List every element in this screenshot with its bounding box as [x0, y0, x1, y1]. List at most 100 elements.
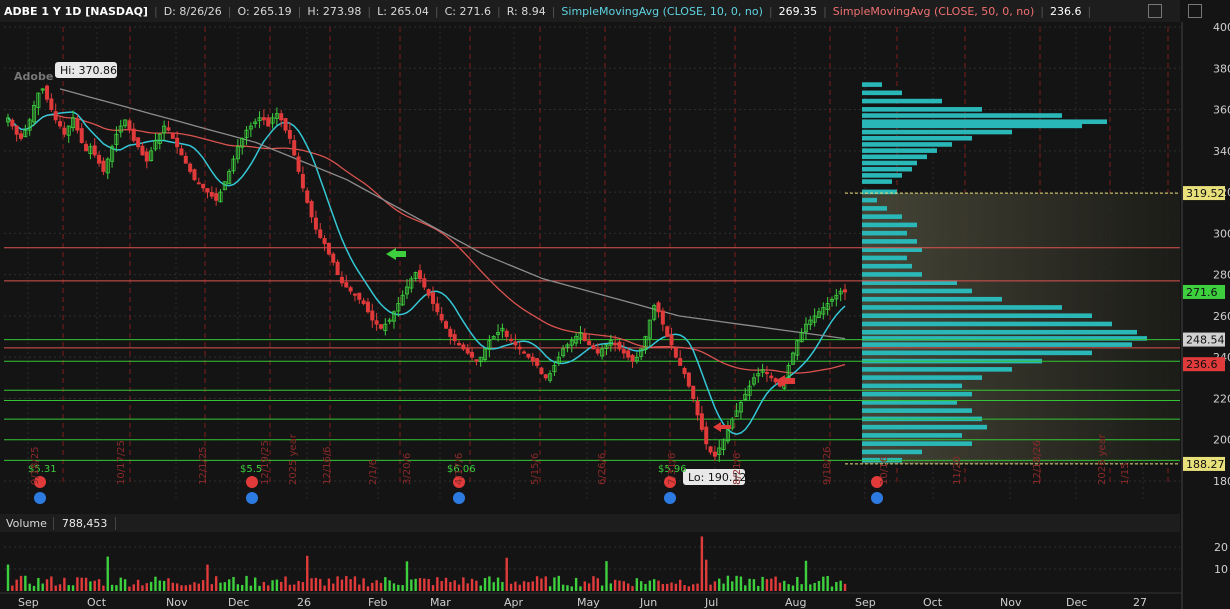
volume-bar [830, 586, 834, 591]
candle-body [84, 143, 89, 152]
volume-bar [774, 576, 777, 591]
volume-bar [748, 578, 751, 591]
candle-body [179, 148, 184, 156]
volume-bar [496, 577, 500, 591]
chart-toolbar [1148, 4, 1202, 18]
profile-bar [862, 441, 972, 446]
time-tick-label: Nov [166, 596, 188, 609]
candle-body [535, 358, 540, 366]
volume-bar [826, 575, 829, 591]
candle-body [426, 289, 431, 296]
volume-bar [648, 580, 652, 591]
candle-body [214, 193, 219, 201]
candle-body [131, 128, 136, 141]
volume-bar [227, 579, 231, 591]
candle-body [365, 301, 370, 313]
candle-body [370, 310, 375, 321]
low-value: L: 265.04 [377, 4, 429, 18]
volume-bar [514, 581, 517, 591]
volume-bar [431, 585, 435, 591]
volume-bar [453, 580, 456, 591]
candle-body [682, 367, 687, 375]
volume-bar [258, 585, 261, 591]
candle-body [79, 128, 84, 143]
volume-bar [770, 578, 773, 591]
time-tick-label: Sep [18, 596, 39, 609]
volume-bar [427, 578, 430, 591]
time-tick-label: Jul [704, 596, 718, 609]
candle-body [435, 303, 440, 313]
sma50-label[interactable]: SimpleMovingAvg (CLOSE, 50, 0, no) [833, 5, 1034, 18]
logo-text: Adobe [14, 70, 53, 83]
volume-bar [561, 584, 565, 591]
candle-body [695, 400, 700, 416]
candle-body [444, 321, 449, 329]
profile-bar [862, 129, 1012, 135]
candle-body [660, 310, 665, 325]
volume-bar [444, 577, 448, 591]
candle-body [205, 188, 210, 193]
profile-bar [862, 342, 1132, 347]
candle-body [352, 293, 357, 296]
volume-bar [201, 580, 205, 591]
candle-body [417, 270, 422, 280]
volume-bar [800, 584, 803, 591]
symbol-label[interactable]: ADBE 1 Y 1D [NASDAQ] [4, 5, 148, 18]
time-tick-label: 26 [297, 596, 311, 609]
time-tick-label: Dec [1066, 596, 1087, 609]
profile-bar [862, 239, 917, 244]
candle-body [621, 349, 626, 354]
volume-bar [631, 586, 634, 591]
volume-bar [249, 585, 253, 591]
candle-body [183, 155, 188, 164]
volume-bar [783, 580, 786, 591]
volume-bar [778, 582, 782, 591]
volume-bar [45, 579, 49, 591]
volume-bar [692, 584, 695, 591]
volume-bar [358, 584, 361, 591]
volume-bar [271, 580, 274, 591]
drawing-icon[interactable] [1188, 4, 1202, 18]
volume-bar [323, 585, 326, 591]
volume-bar [843, 583, 847, 591]
volume-bar [280, 581, 283, 591]
candle-body [470, 352, 475, 358]
candle-body [97, 154, 102, 164]
profile-bar [862, 142, 952, 147]
sma10-label[interactable]: SimpleMovingAvg (CLOSE, 10, 0, no) [561, 5, 762, 18]
volume-bar [71, 585, 75, 591]
volume-bar [310, 578, 313, 591]
candle-body [140, 145, 145, 156]
profile-bar [862, 222, 917, 228]
volume-bar [171, 582, 174, 591]
volume-bar [501, 581, 504, 591]
time-tick-label: Aug [785, 596, 806, 609]
profile-bar [862, 305, 1062, 310]
time-tick-label: Oct [923, 596, 943, 609]
volume-bar [418, 578, 422, 591]
candle-body [626, 350, 631, 358]
volume-bar [306, 555, 309, 591]
volume-bar [158, 580, 161, 591]
price-badge-text: 188.27 [1186, 458, 1225, 471]
volume-label[interactable]: Volume [0, 516, 54, 530]
date-marker: 2/1/6 [368, 459, 379, 485]
volume-bar [600, 585, 604, 591]
time-tick-label: Dec [228, 596, 249, 609]
volume-bar [332, 583, 335, 591]
volume-bar [622, 581, 626, 591]
candle-body [439, 313, 444, 321]
volume-bar [24, 575, 27, 591]
profile-bar [862, 288, 972, 294]
volume-bar [188, 584, 192, 591]
candle-body [504, 330, 509, 337]
volume-bar [97, 579, 101, 591]
volume-bar [19, 575, 23, 591]
candle-body [708, 446, 713, 453]
volume-bar [401, 585, 404, 591]
volume-bar [531, 581, 534, 591]
profile-bar [862, 113, 1062, 118]
settings-icon[interactable] [1148, 4, 1162, 18]
price-tick-label: 180 [1213, 475, 1230, 488]
volume-bar [683, 585, 686, 591]
